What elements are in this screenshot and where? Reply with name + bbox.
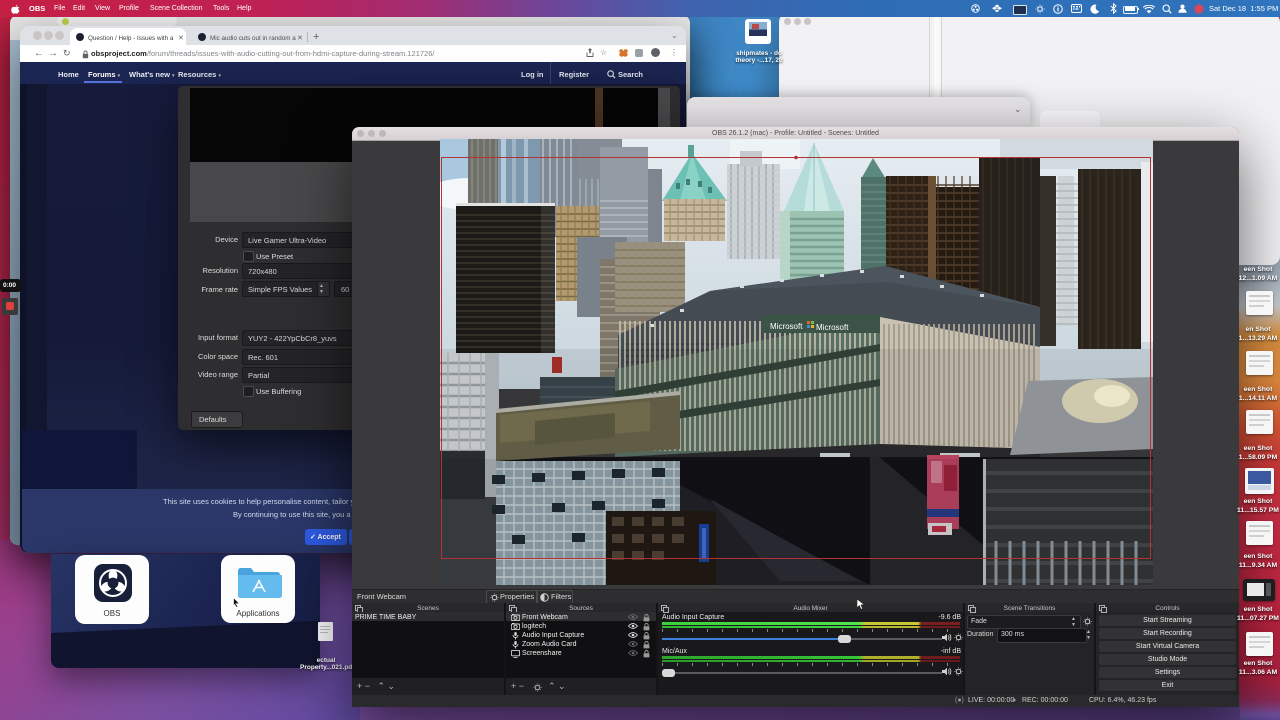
svg-text:Microsoft: Microsoft (770, 322, 803, 331)
svg-text:Microsoft: Microsoft (816, 323, 849, 332)
